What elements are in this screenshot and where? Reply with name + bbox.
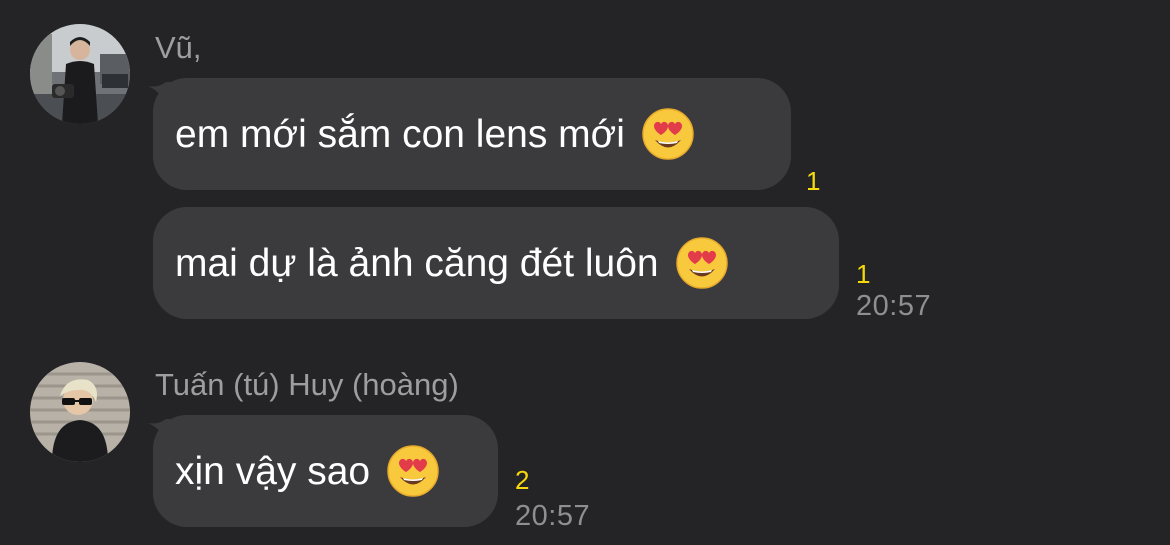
read-count: 2 <box>515 465 530 495</box>
read-count: 1 <box>806 166 821 196</box>
read-count: 1 <box>856 259 871 289</box>
message-text: xịn vậy sao <box>175 449 371 493</box>
message-text: mai dự là ảnh căng đét luôn <box>175 241 659 285</box>
message-bubble[interactable]: em mới sắm con lens mới <box>153 78 791 190</box>
sender-name: Tuấn (tú) Huy (hoàng) <box>155 367 459 402</box>
heart-eyes-emoji <box>642 108 694 160</box>
heart-eyes-emoji <box>387 445 439 497</box>
user-photo-avatar-vu <box>30 24 130 124</box>
timestamp: 20:57 <box>515 500 591 532</box>
message-text: em mới sắm con lens mới <box>175 112 625 156</box>
avatar[interactable] <box>30 24 130 124</box>
message-bubble[interactable]: mai dự là ảnh căng đét luôn <box>153 207 839 319</box>
user-photo-avatar-tuan <box>30 362 130 462</box>
avatar[interactable] <box>30 362 130 462</box>
sender-name: Vũ, <box>155 30 202 65</box>
timestamp: 20:57 <box>856 290 932 322</box>
message-bubble[interactable]: xịn vậy sao <box>153 415 498 527</box>
heart-eyes-emoji <box>675 237 728 289</box>
